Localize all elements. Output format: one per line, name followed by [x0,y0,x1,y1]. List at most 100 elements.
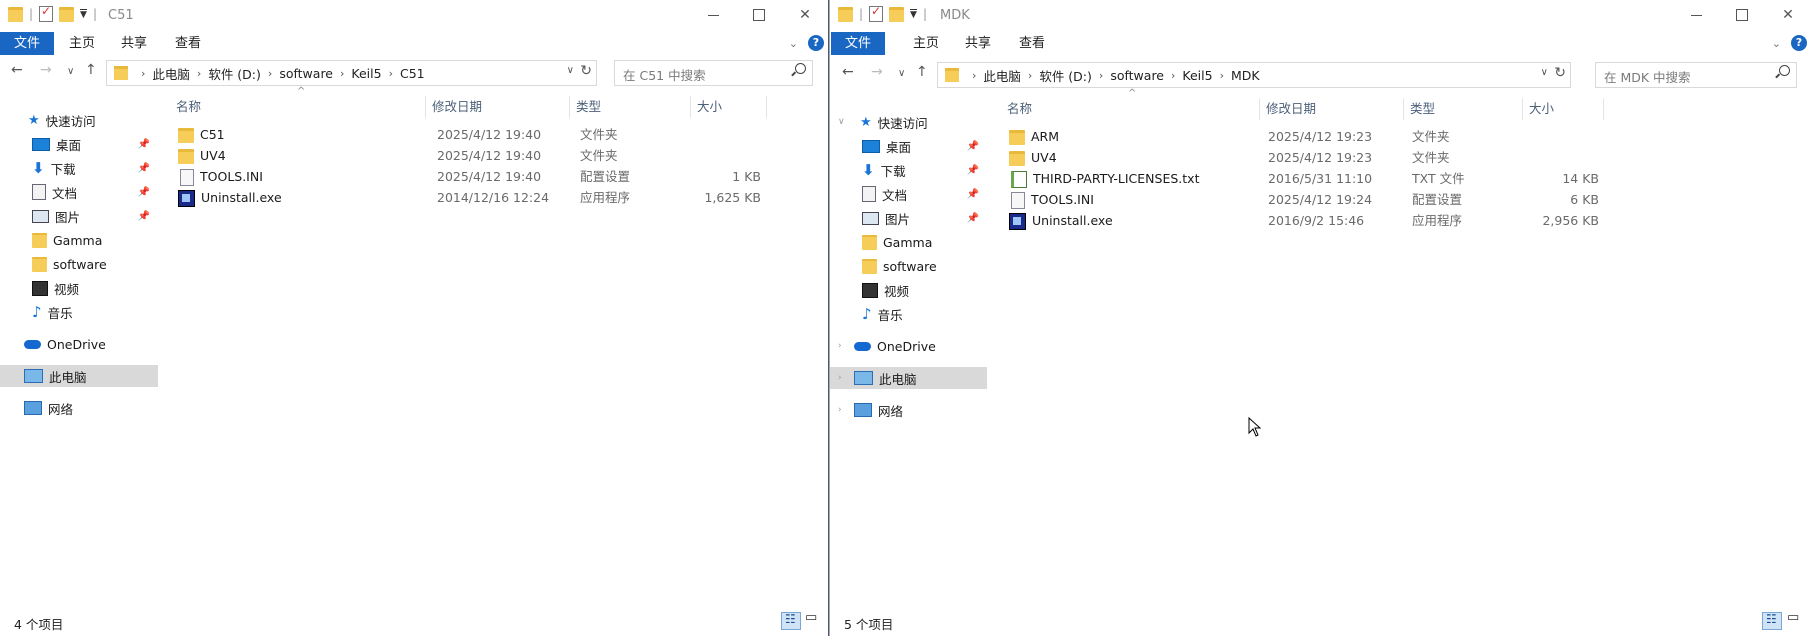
search-box[interactable]: 在 C51 中搜索 [614,60,813,86]
chevron-right-icon[interactable]: › [389,67,393,80]
minimize-button[interactable] [1673,0,1719,30]
close-button[interactable]: ✕ [782,0,828,30]
recent-locations-icon[interactable]: ∨ [898,68,905,79]
chevron-right-icon[interactable]: › [1171,69,1175,82]
chevron-right-icon[interactable]: › [1220,69,1224,82]
chevron-right-icon[interactable]: › [340,67,344,80]
address-dropdown-icon[interactable]: ∨ [567,65,574,76]
up-icon[interactable]: ↑ [916,64,928,80]
tab-share[interactable]: 共享 [952,32,1004,55]
nav-this-pc[interactable]: › 此电脑 [830,367,987,389]
refresh-icon[interactable]: ↻ [1554,65,1566,81]
breadcrumb-software[interactable]: software [279,66,333,81]
tab-file[interactable]: 文件 [0,32,55,55]
forward-icon[interactable]: → [40,62,52,78]
nav-desktop[interactable]: 桌面 📌 [830,135,987,157]
file-row[interactable]: UV4 2025/4/12 19:23 文件夹 [1001,147,1810,168]
back-icon[interactable]: ← [11,62,23,78]
expand-ribbon-icon[interactable]: ⌄ [1772,37,1781,50]
properties-icon[interactable] [869,4,884,22]
file-row[interactable]: C51 2025/4/12 19:40 文件夹 [170,124,828,145]
up-icon[interactable]: ↑ [85,62,97,78]
breadcrumb-software[interactable]: software [1110,68,1164,83]
nav-onedrive[interactable]: OneDrive [0,333,158,355]
nav-pictures[interactable]: 图片 📌 [830,207,987,229]
column-date[interactable]: 修改日期 [426,96,570,118]
new-folder-icon[interactable] [889,6,905,22]
nav-onedrive[interactable]: › OneDrive [830,335,987,357]
tab-share[interactable]: 共享 [108,32,160,55]
help-icon[interactable]: ? [1791,35,1807,51]
nav-desktop[interactable]: 桌面 📌 [0,133,158,155]
address-dropdown-icon[interactable]: ∨ [1541,67,1548,78]
address-bar[interactable]: › 此电脑 › 软件 (D:) › software › Keil5 › MDK… [937,62,1571,88]
expand-icon[interactable]: › [838,373,842,383]
nav-videos[interactable]: 视频 [830,279,987,301]
nav-downloads[interactable]: ⬇ 下载 📌 [0,157,158,179]
search-box[interactable]: 在 MDK 中搜索 [1595,62,1797,88]
tab-home[interactable]: 主页 [56,32,108,55]
file-row[interactable]: THIRD-PARTY-LICENSES.txt 2016/5/31 11:10… [1001,168,1810,189]
nav-gamma[interactable]: Gamma [830,231,987,253]
chevron-right-icon[interactable]: › [1028,69,1032,82]
pin-icon[interactable]: 📌 [967,165,979,176]
close-button[interactable]: ✕ [1765,0,1810,30]
nav-network[interactable]: › 网络 [830,399,987,421]
large-icons-view-icon[interactable] [802,610,820,628]
customize-toolbar-icon[interactable]: ▼ [910,8,917,20]
breadcrumb-drive[interactable]: 软件 (D:) [1039,66,1092,85]
pin-icon[interactable]: 📌 [138,139,150,150]
chevron-right-icon[interactable]: › [972,69,976,82]
nav-documents[interactable]: 文档 📌 [0,181,158,203]
expand-icon[interactable]: › [838,341,842,351]
breadcrumb-this-pc[interactable]: 此电脑 [983,66,1021,85]
nav-gamma[interactable]: Gamma [0,229,158,251]
customize-toolbar-icon[interactable]: ▼ [80,8,87,20]
column-type[interactable]: 类型 [1404,98,1523,120]
file-row[interactable]: TOOLS.INI 2025/4/12 19:40 配置设置 1 KB [170,166,828,187]
column-type[interactable]: 类型 [570,96,691,118]
file-row[interactable]: Uninstall.exe 2014/12/16 12:24 应用程序 1,62… [170,187,828,208]
search-input[interactable]: 在 MDK 中搜索 [1604,67,1691,86]
pin-icon[interactable]: 📌 [967,141,979,152]
minimize-button[interactable] [690,0,736,30]
breadcrumb-drive[interactable]: 软件 (D:) [208,64,261,83]
chevron-right-icon[interactable]: › [197,67,201,80]
title-bar[interactable]: | ▼ | MDK ✕ [830,0,1810,32]
maximize-button[interactable] [1719,0,1765,30]
refresh-icon[interactable]: ↻ [580,63,592,79]
chevron-right-icon[interactable]: › [1099,69,1103,82]
large-icons-view-icon[interactable] [1784,610,1802,628]
nav-network[interactable]: 网络 [0,397,158,419]
nav-music[interactable]: ♪ 音乐 [0,301,158,323]
title-bar[interactable]: | ▼ | C51 ✕ [0,0,828,32]
search-input[interactable]: 在 C51 中搜索 [623,65,706,84]
pin-icon[interactable]: 📌 [138,163,150,174]
recent-locations-icon[interactable]: ∨ [67,66,74,77]
pin-icon[interactable]: 📌 [967,213,979,224]
nav-documents[interactable]: 文档 📌 [830,183,987,205]
nav-downloads[interactable]: ⬇ 下载 📌 [830,159,987,181]
breadcrumb-current[interactable]: C51 [400,66,425,81]
column-date[interactable]: 修改日期 [1260,98,1404,120]
chevron-right-icon[interactable]: › [141,67,145,80]
details-view-icon[interactable] [781,612,801,630]
pin-icon[interactable]: 📌 [967,189,979,200]
column-size[interactable]: 大小 [1523,98,1604,120]
tab-view[interactable]: 查看 [162,32,214,55]
collapse-icon[interactable]: ∨ [838,117,845,127]
breadcrumb-keil5[interactable]: Keil5 [1182,68,1212,83]
nav-quick-access[interactable]: ∨ ★ 快速访问 [830,111,987,133]
breadcrumb-current[interactable]: MDK [1231,68,1260,83]
column-size[interactable]: 大小 [691,96,767,118]
file-row[interactable]: ARM 2025/4/12 19:23 文件夹 [1001,126,1810,147]
breadcrumb-keil5[interactable]: Keil5 [351,66,381,81]
column-name[interactable]: 名称 [1001,98,1260,120]
file-row[interactable]: UV4 2025/4/12 19:40 文件夹 [170,145,828,166]
tab-file[interactable]: 文件 [831,32,886,55]
properties-icon[interactable] [39,4,54,22]
nav-software[interactable]: software [0,253,158,275]
nav-pictures[interactable]: 图片 📌 [0,205,158,227]
file-row[interactable]: Uninstall.exe 2016/9/2 15:46 应用程序 2,956 … [1001,210,1810,231]
tab-view[interactable]: 查看 [1006,32,1058,55]
